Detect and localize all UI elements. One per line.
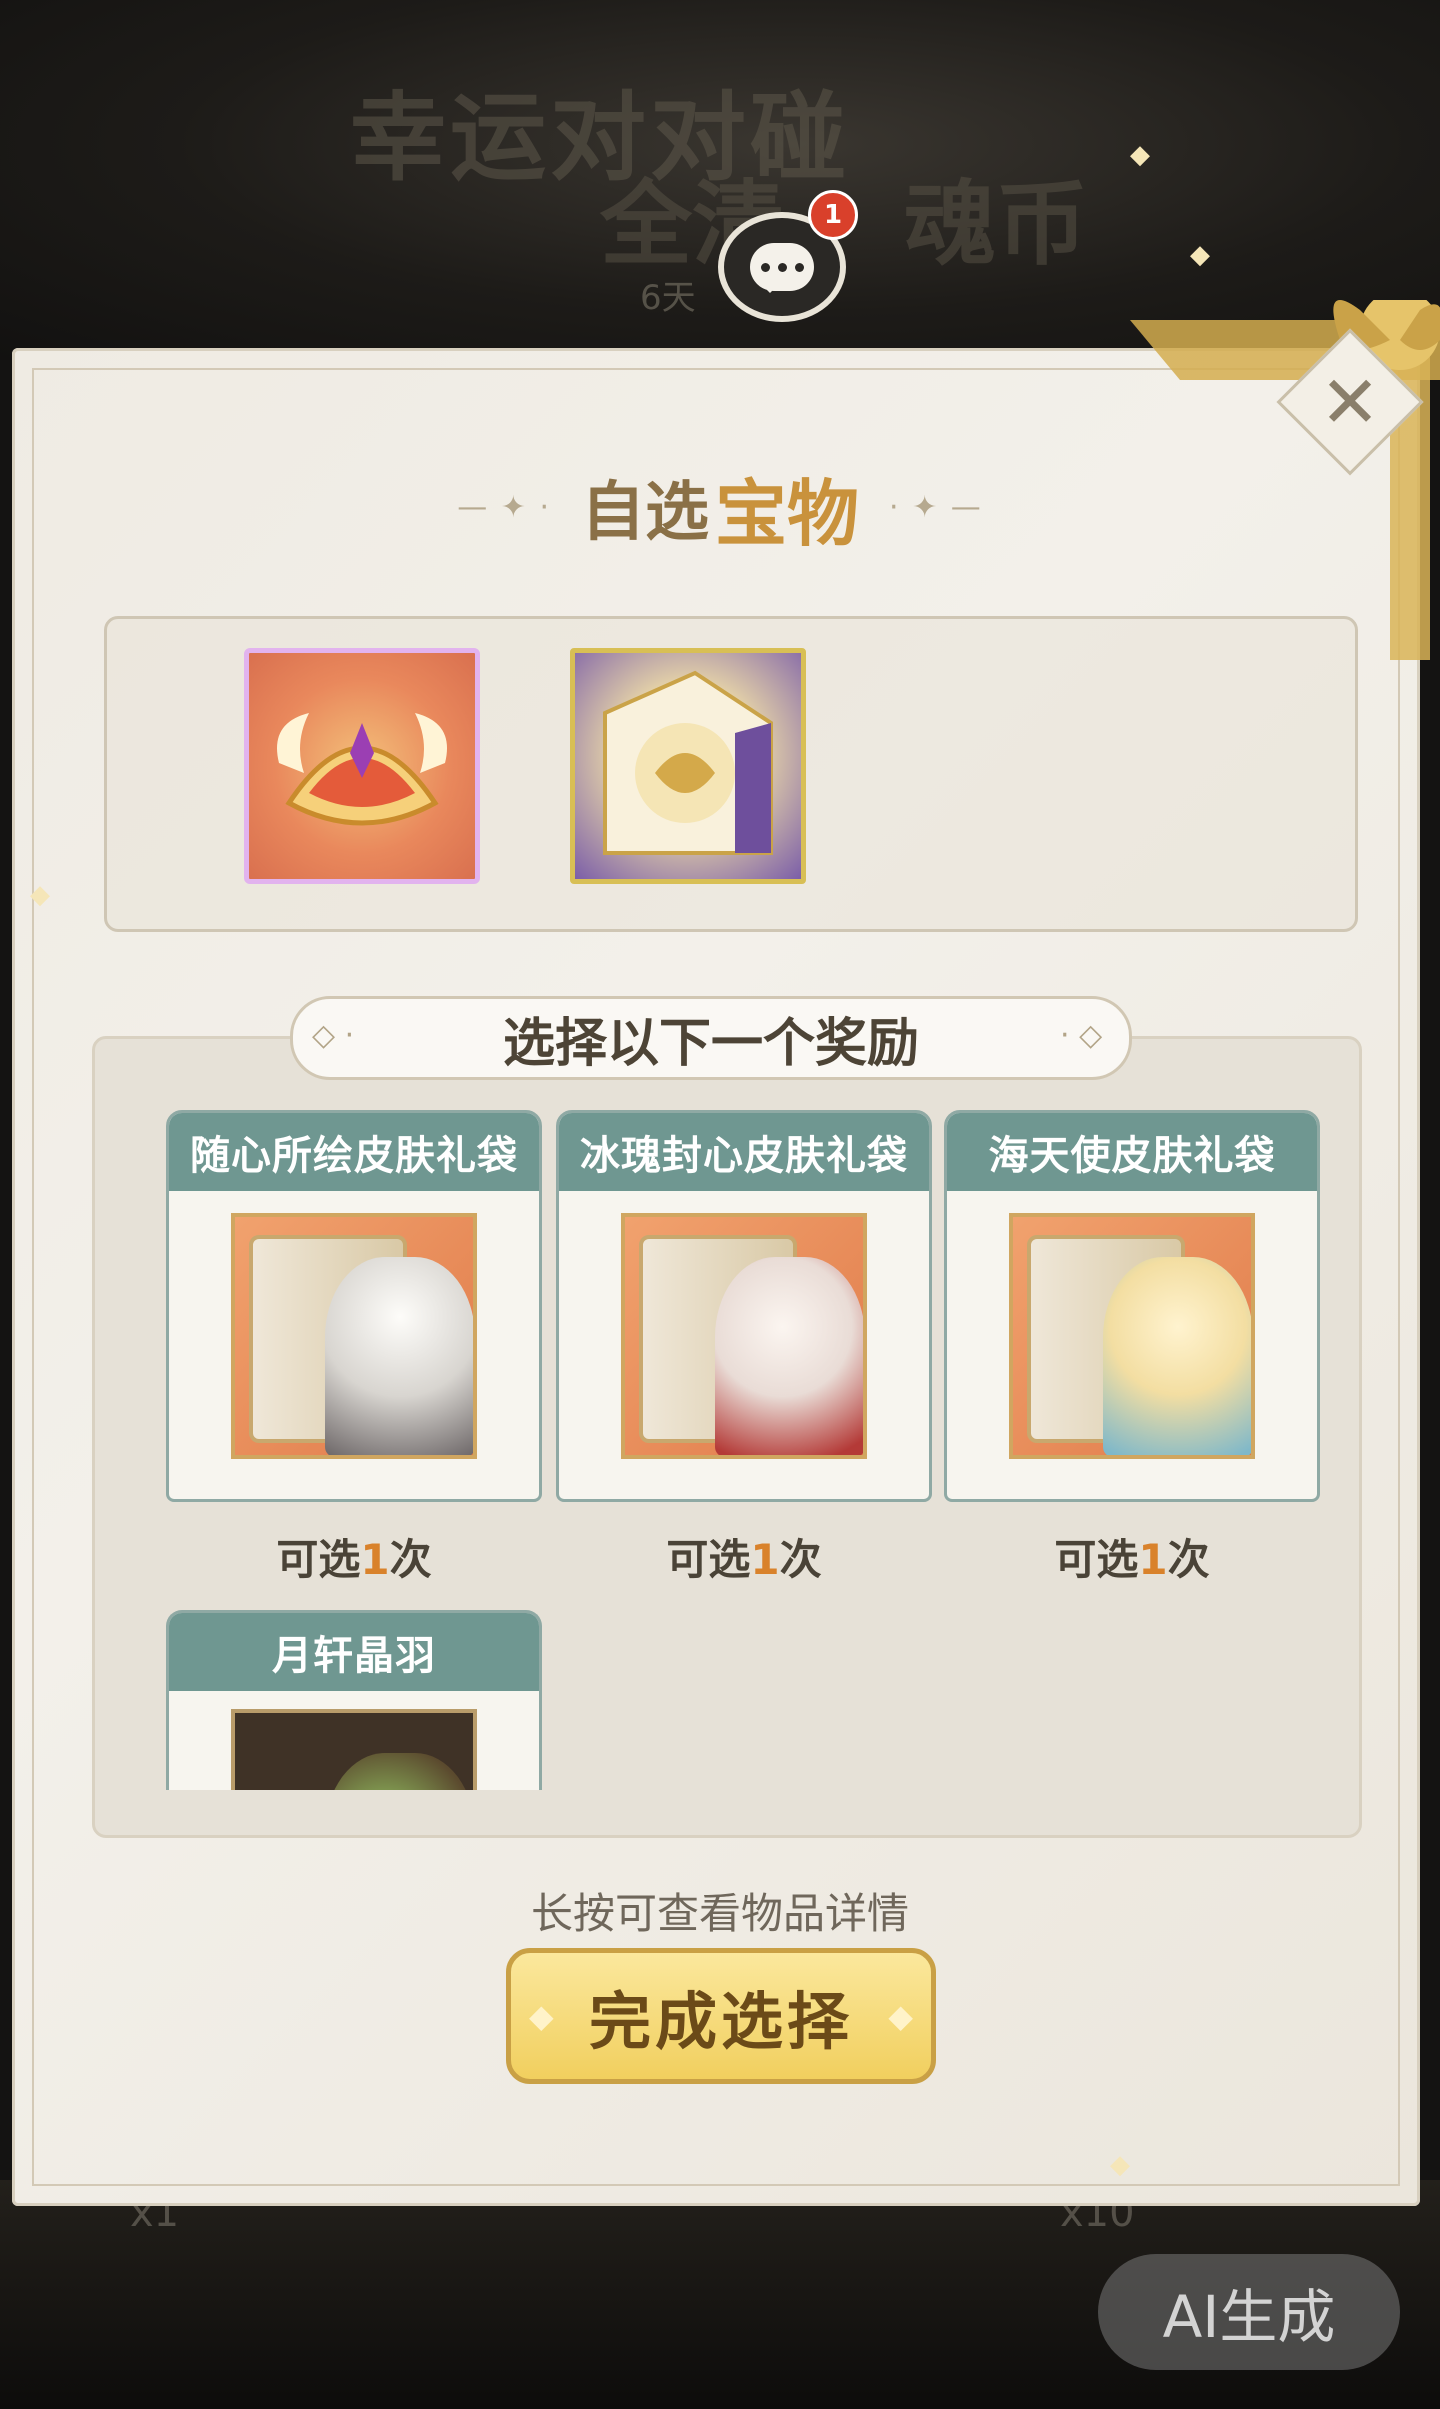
sparkle-icon: ◆: [1190, 240, 1210, 270]
ai-generated-watermark: AI生成: [1098, 2254, 1400, 2370]
crown-icon: [277, 713, 447, 826]
reward-count-3: 可选1次: [1054, 1535, 1210, 1584]
reward-card-title: 随心所绘皮肤礼袋: [169, 1113, 539, 1191]
rewards-header-text: 选择以下一个奖励: [502, 1013, 919, 1074]
character-portrait: [1103, 1257, 1251, 1455]
title-deco-left-icon: — ✦ ·: [457, 489, 551, 525]
reward-card-title: 月轩晶羽: [169, 1613, 539, 1691]
reward-count-2: 可选1次: [666, 1535, 822, 1584]
reward-skin-bag-image: [1009, 1213, 1255, 1459]
dialog-title-part2: 宝物: [714, 471, 859, 556]
crystal-feather-icon: [325, 1753, 473, 1790]
reward-card-title: 海天使皮肤礼袋: [947, 1113, 1317, 1191]
character-portrait: [325, 1257, 473, 1455]
sparkle-icon: ◆: [30, 880, 50, 910]
dialog-title-part1: 自选: [580, 476, 709, 550]
chat-notification-badge: 1: [808, 190, 858, 240]
skin-box-icon: [603, 670, 773, 855]
reward-card-1[interactable]: 随心所绘皮肤礼袋: [166, 1110, 542, 1502]
header-deco-left-icon: ◇ ·: [312, 1018, 355, 1053]
treasure-slot-skin-box[interactable]: [570, 648, 806, 884]
background-subtitle: 6天: [640, 278, 696, 318]
long-press-hint: 长按可查看物品详情: [530, 1889, 909, 1938]
reward-card-2[interactable]: 冰瑰封心皮肤礼袋: [556, 1110, 932, 1502]
reward-skin-bag-image: [231, 1213, 477, 1459]
reward-item-image: [231, 1709, 477, 1790]
sparkle-icon: ◆: [1110, 2150, 1130, 2180]
reward-count-1: 可选1次: [276, 1535, 432, 1584]
close-icon[interactable]: ✕: [1298, 350, 1402, 454]
reward-card-4[interactable]: 月轩晶羽: [166, 1610, 542, 1790]
dialog-title: — ✦ · 自选 宝物 · ✦ —: [300, 462, 1140, 556]
confirm-button-label: 完成选择: [588, 1985, 853, 2058]
sparkle-icon: ◆: [1130, 140, 1150, 170]
confirm-selection-button[interactable]: 完成选择: [506, 1948, 936, 2084]
reward-card-title: 冰瑰封心皮肤礼袋: [559, 1113, 929, 1191]
character-portrait: [715, 1257, 863, 1455]
treasure-slot-crown[interactable]: [244, 648, 480, 884]
title-deco-right-icon: · ✦ —: [889, 489, 983, 525]
chat-bubble-icon: [750, 243, 814, 293]
reward-skin-bag-image: [621, 1213, 867, 1459]
reward-card-3[interactable]: 海天使皮肤礼袋: [944, 1110, 1320, 1502]
header-deco-right-icon: · ◇: [1060, 1018, 1103, 1053]
rewards-header: 选择以下一个奖励: [290, 996, 1132, 1080]
